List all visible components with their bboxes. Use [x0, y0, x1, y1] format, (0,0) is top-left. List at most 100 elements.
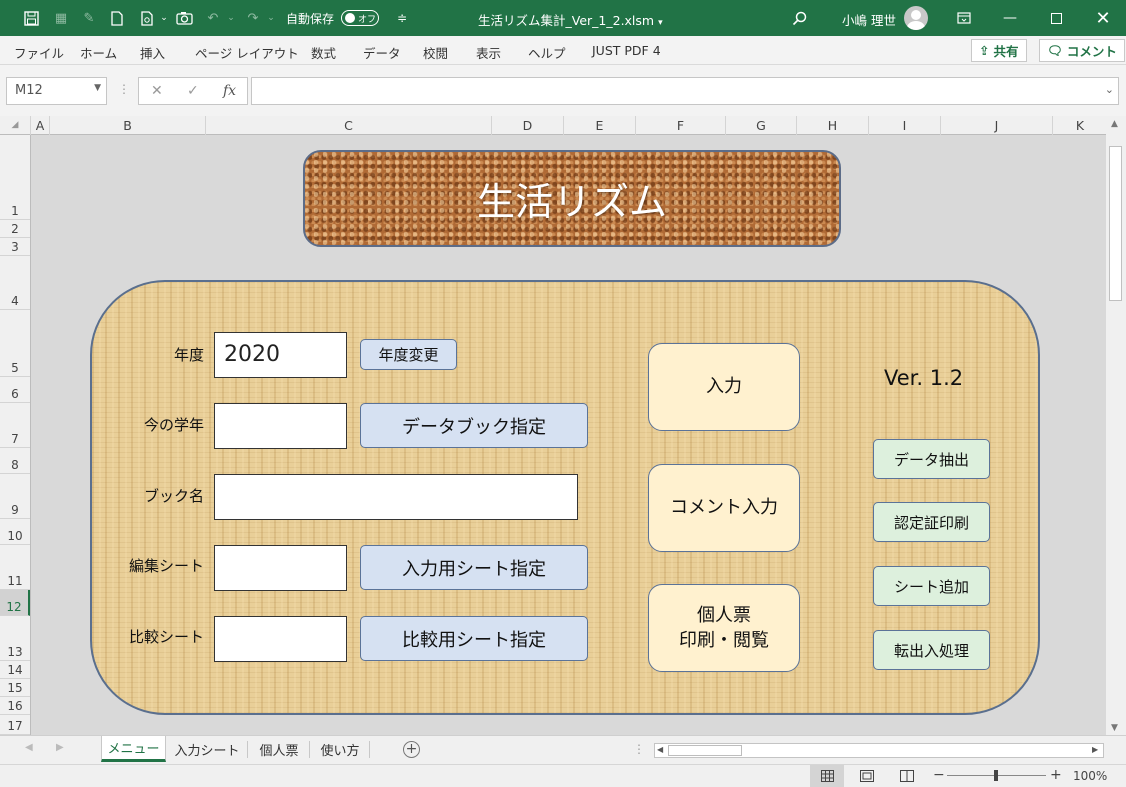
- zoom-level[interactable]: 100%: [1073, 769, 1107, 783]
- column-header[interactable]: F: [636, 116, 726, 135]
- previous-sheet-icon[interactable]: ◀: [25, 742, 33, 753]
- worksheet-area[interactable]: 生活リズム 年度 2020 年度変更 今の学年 データブック指定 ブック名 編集…: [31, 135, 1106, 735]
- row-header[interactable]: 5: [0, 310, 30, 377]
- tab-view[interactable]: 表示: [476, 43, 501, 62]
- row-header[interactable]: 6: [0, 377, 30, 403]
- maximize-icon[interactable]: [1033, 0, 1079, 36]
- tab-file[interactable]: ファイル: [14, 43, 64, 62]
- user-name[interactable]: 小嶋 理世: [842, 10, 896, 29]
- row-header[interactable]: 15: [0, 679, 30, 697]
- sheet-tab-menu[interactable]: メニュー: [101, 736, 166, 762]
- comments-button[interactable]: 🗨 コメント: [1039, 39, 1125, 62]
- row-header[interactable]: 4: [0, 256, 30, 310]
- row-header[interactable]: 10: [0, 519, 30, 545]
- tab-review[interactable]: 校閲: [423, 43, 448, 62]
- tab-just-pdf[interactable]: JUST PDF 4: [592, 43, 661, 58]
- sheet-tab-input[interactable]: 入力シート: [168, 736, 246, 762]
- page-break-preview-icon[interactable]: [900, 770, 914, 785]
- column-header[interactable]: H: [797, 116, 869, 135]
- input-sheet-button[interactable]: 入力用シート指定: [360, 545, 588, 590]
- insert-function-icon[interactable]: fx: [223, 83, 236, 99]
- add-sheet-button[interactable]: シート追加: [873, 566, 990, 606]
- search-icon[interactable]: [790, 9, 808, 27]
- column-header[interactable]: E: [564, 116, 636, 135]
- certificate-print-button[interactable]: 認定証印刷: [873, 502, 990, 542]
- chevron-down-icon[interactable]: ▼: [94, 83, 101, 93]
- scroll-thumb[interactable]: [1109, 146, 1122, 301]
- databook-button[interactable]: データブック指定: [360, 403, 588, 448]
- column-header[interactable]: K: [1053, 116, 1108, 135]
- row-header[interactable]: 1: [0, 135, 30, 220]
- row-header-selected[interactable]: 12: [0, 590, 30, 616]
- year-change-button[interactable]: 年度変更: [360, 339, 457, 370]
- tab-page-layout[interactable]: ページ レイアウト: [195, 43, 299, 62]
- row-header[interactable]: 14: [0, 661, 30, 679]
- save-icon[interactable]: [22, 9, 40, 27]
- scroll-up-icon[interactable]: ▲: [1111, 119, 1118, 129]
- sheet-tab-personal[interactable]: 個人票: [249, 736, 309, 762]
- row-header[interactable]: 2: [0, 220, 30, 238]
- row-header[interactable]: 11: [0, 545, 30, 590]
- column-header[interactable]: J: [941, 116, 1053, 135]
- sheet-tab-howto[interactable]: 使い方: [311, 736, 369, 762]
- print-preview-icon[interactable]: [138, 9, 156, 27]
- book-name-field[interactable]: [214, 474, 578, 520]
- add-sheet-icon[interactable]: +: [403, 741, 420, 758]
- camera-icon[interactable]: [175, 9, 193, 27]
- window-title[interactable]: 生活リズム集計_Ver_1_2.xlsm ▾: [478, 10, 663, 29]
- year-field[interactable]: 2020: [214, 332, 347, 378]
- share-button[interactable]: ⇪ 共有: [971, 39, 1027, 62]
- column-header[interactable]: G: [726, 116, 797, 135]
- close-icon[interactable]: ✕: [1080, 0, 1126, 36]
- enter-icon[interactable]: ✓: [187, 83, 199, 99]
- chevron-down-icon[interactable]: ⌄: [155, 9, 173, 27]
- tab-help[interactable]: ヘルプ: [528, 43, 566, 62]
- scroll-right-icon[interactable]: ▶: [1092, 745, 1098, 754]
- zoom-in-icon[interactable]: +: [1050, 767, 1062, 783]
- row-header[interactable]: 8: [0, 448, 30, 474]
- page-layout-view-icon[interactable]: [860, 770, 874, 785]
- row-header[interactable]: 13: [0, 616, 30, 661]
- autosave-toggle[interactable]: オフ: [341, 10, 379, 26]
- ribbon-display-options-icon[interactable]: [941, 0, 987, 36]
- tab-insert[interactable]: 挿入: [140, 43, 165, 62]
- input-button[interactable]: 入力: [648, 343, 800, 431]
- next-sheet-icon[interactable]: ▶: [56, 742, 64, 753]
- tab-data[interactable]: データ: [363, 43, 401, 62]
- zoom-out-icon[interactable]: −: [933, 767, 945, 783]
- redo-icon[interactable]: ↷: [244, 9, 262, 27]
- spell-check-icon[interactable]: ✎: [80, 9, 98, 27]
- data-extract-button[interactable]: データ抽出: [873, 439, 990, 479]
- tab-home[interactable]: ホーム: [80, 43, 117, 62]
- cancel-icon[interactable]: ✕: [151, 83, 163, 99]
- personal-sheet-button[interactable]: 個人票 印刷・閲覧: [648, 584, 800, 672]
- minimize-icon[interactable]: —: [987, 0, 1033, 36]
- chevron-down-icon[interactable]: ⌄: [222, 9, 240, 27]
- edit-sheet-field[interactable]: [214, 545, 347, 591]
- compare-sheet-button[interactable]: 比較用シート指定: [360, 616, 588, 661]
- zoom-slider-handle[interactable]: [994, 770, 998, 781]
- number-format-icon[interactable]: ▦: [52, 9, 70, 27]
- new-file-icon[interactable]: [108, 9, 126, 27]
- scroll-down-icon[interactable]: ▼: [1111, 723, 1118, 733]
- scroll-left-icon[interactable]: ◀: [657, 745, 663, 754]
- select-all-corner[interactable]: ◢: [0, 116, 31, 135]
- undo-icon[interactable]: ↶: [204, 9, 222, 27]
- column-header[interactable]: C: [206, 116, 492, 135]
- customize-toolbar-icon[interactable]: ≑: [393, 9, 411, 27]
- horizontal-scrollbar[interactable]: ◀ ▶: [654, 743, 1104, 758]
- comment-input-button[interactable]: コメント入力: [648, 464, 800, 552]
- row-header[interactable]: 3: [0, 238, 30, 256]
- chevron-down-icon[interactable]: ⌄: [262, 9, 280, 27]
- horizontal-scroll-thumb[interactable]: [668, 745, 742, 756]
- column-header[interactable]: A: [31, 116, 50, 135]
- row-header[interactable]: 9: [0, 474, 30, 519]
- transfer-process-button[interactable]: 転出入処理: [873, 630, 990, 670]
- more-options-icon[interactable]: ⋮: [118, 82, 130, 96]
- column-header[interactable]: I: [869, 116, 941, 135]
- grade-field[interactable]: [214, 403, 347, 449]
- normal-view-button[interactable]: [810, 765, 844, 787]
- formula-input[interactable]: ⌄: [251, 77, 1119, 105]
- column-header[interactable]: B: [50, 116, 206, 135]
- vertical-scrollbar[interactable]: ▲ ▼: [1106, 116, 1126, 736]
